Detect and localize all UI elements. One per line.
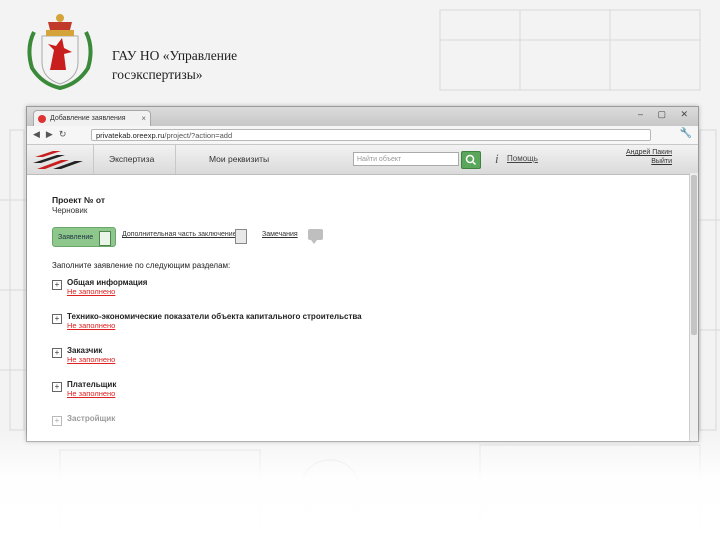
- coat-of-arms-icon: [27, 14, 93, 90]
- info-icon: i: [495, 151, 499, 166]
- nav-separator: [93, 145, 94, 174]
- tab-application-label: Заявление: [58, 234, 94, 241]
- logout-link[interactable]: Выйти: [626, 157, 672, 166]
- browser-nav-buttons[interactable]: ◀▶↻: [33, 129, 72, 140]
- search-input[interactable]: Найти объект: [353, 152, 459, 166]
- document-tabs: Заявление Дополнительная часть заключени…: [52, 227, 672, 247]
- browser-tab-title: Добавление заявления: [50, 115, 126, 122]
- section-title[interactable]: Общая информация: [67, 278, 147, 287]
- section-title[interactable]: Плательщик: [67, 380, 116, 389]
- help-link[interactable]: Помощь: [507, 154, 538, 163]
- bottom-fade-overlay: [0, 430, 720, 540]
- project-title: Проект № от: [52, 195, 105, 205]
- app-header: Экспертиза Мои реквизиты Найти объект i …: [27, 145, 698, 175]
- search-button[interactable]: [461, 151, 481, 169]
- tab-remarks[interactable]: Замечания: [262, 231, 298, 238]
- browser-titlebar: Добавление заявления × – ▢ ✕: [27, 107, 698, 126]
- nav-separator: [175, 145, 176, 174]
- expand-icon[interactable]: +: [52, 416, 62, 426]
- user-name-link[interactable]: Андрей Пакин: [626, 148, 672, 157]
- page-content: Проект № от Черновик Заявление Дополните…: [52, 195, 672, 440]
- organization-title-line2: госэкспертизы»: [112, 67, 203, 82]
- tab-close-icon[interactable]: ×: [141, 111, 146, 127]
- url-field[interactable]: privatekab.oreexp.ru/project/?action=add: [91, 129, 651, 141]
- section-title[interactable]: Технико-экономические показатели объекта…: [67, 312, 362, 321]
- section-customer[interactable]: + Заказчик Не заполнено: [52, 346, 672, 372]
- brand-logo-icon[interactable]: [31, 149, 89, 171]
- section-tech-economic[interactable]: + Технико-экономические показатели объек…: [52, 312, 672, 338]
- search-icon: [465, 154, 477, 166]
- project-status: Черновик: [52, 206, 88, 215]
- browser-address-bar: ◀▶↻ privatekab.oreexp.ru/project/?action…: [27, 126, 698, 145]
- favicon-icon: [38, 115, 46, 123]
- page-scrollbar[interactable]: [689, 173, 698, 441]
- expand-icon[interactable]: +: [52, 280, 62, 290]
- user-menu: Андрей Пакин Выйти: [626, 148, 672, 166]
- scrollbar-thumb[interactable]: [691, 175, 697, 335]
- url-path: /project/?action=add: [164, 131, 233, 140]
- section-payer[interactable]: + Плательщик Не заполнено: [52, 380, 672, 406]
- nav-tab-expertise[interactable]: Экспертиза: [109, 145, 154, 174]
- browser-window: Добавление заявления × – ▢ ✕ ◀▶↻ private…: [26, 106, 699, 442]
- tab-additional[interactable]: Дополнительная часть заключение: [122, 231, 237, 238]
- organization-title-line1: ГАУ НО «Управление: [112, 48, 238, 63]
- tab-application[interactable]: Заявление: [52, 227, 116, 247]
- document-icon: [99, 231, 111, 246]
- document-icon: [235, 229, 247, 244]
- expand-icon[interactable]: +: [52, 382, 62, 392]
- section-title[interactable]: Застройщик: [67, 414, 115, 423]
- section-status: Не заполнено: [67, 355, 116, 364]
- instructions-text: Заполните заявление по следующим раздела…: [52, 261, 231, 270]
- organization-title: ГАУ НО «Управление госэкспертизы»: [112, 46, 312, 84]
- window-controls[interactable]: – ▢ ✕: [638, 109, 694, 120]
- section-general-info[interactable]: + Общая информация Не заполнено: [52, 278, 672, 304]
- section-status: Не заполнено: [67, 389, 116, 398]
- expand-icon[interactable]: +: [52, 314, 62, 324]
- wrench-icon[interactable]: 🔧: [680, 128, 692, 139]
- expand-icon[interactable]: +: [52, 348, 62, 358]
- section-status: Не заполнено: [67, 287, 116, 296]
- speech-bubble-icon: [308, 229, 323, 244]
- url-host: privatekab.oreexp.ru: [96, 131, 165, 140]
- nav-tab-requisites[interactable]: Мои реквизиты: [209, 145, 269, 174]
- section-status: Не заполнено: [67, 321, 116, 330]
- section-title[interactable]: Заказчик: [67, 346, 102, 355]
- browser-tab[interactable]: Добавление заявления ×: [33, 110, 151, 126]
